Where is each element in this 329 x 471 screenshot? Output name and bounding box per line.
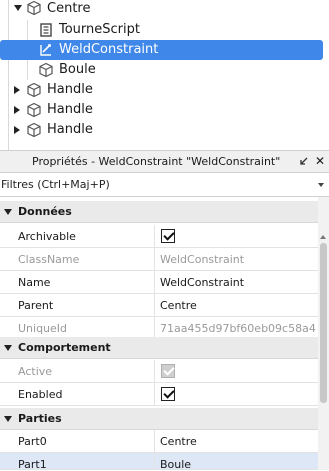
property-name: Part1	[18, 458, 47, 471]
tree-item-tournescript[interactable]: TourneScript	[0, 20, 329, 40]
collapse-arrow-icon[interactable]	[4, 209, 12, 215]
expand-arrow-icon[interactable]	[14, 5, 22, 11]
name-value-field[interactable]: WeldConstraint	[160, 276, 244, 289]
property-name: Name	[18, 276, 51, 289]
scroll-up-arrow-icon[interactable]	[320, 235, 326, 239]
archivable-checkbox[interactable]	[161, 229, 175, 243]
property-name: UniqueId	[18, 322, 68, 335]
enabled-checkbox[interactable]	[161, 387, 175, 401]
filter-input[interactable]: Filtres (Ctrl+Maj+P)	[0, 173, 329, 197]
expand-arrow-icon[interactable]	[14, 106, 20, 114]
property-row-classname: ClassName WeldConstraint	[0, 248, 318, 271]
column-divider	[154, 453, 155, 469]
property-name: Archivable	[18, 230, 76, 243]
part-cube-icon	[27, 102, 41, 118]
part1-value-field[interactable]: Boule	[160, 458, 191, 471]
column-divider	[154, 294, 155, 316]
property-name: Parent	[18, 299, 54, 312]
tree-item-handle[interactable]: Handle	[0, 120, 329, 140]
property-name: Enabled	[18, 388, 63, 401]
tree-item-handle[interactable]: Handle	[0, 80, 329, 100]
active-checkbox	[161, 364, 175, 378]
property-row-enabled[interactable]: Enabled	[0, 383, 318, 406]
column-divider	[154, 430, 155, 452]
tree-item-label: Handle	[47, 82, 93, 97]
property-grid: Données Archivable ClassName WeldConstra…	[0, 201, 318, 471]
weld-constraint-icon	[40, 44, 51, 56]
property-row-name[interactable]: Name WeldConstraint	[0, 271, 318, 294]
tree-item-label: Handle	[47, 102, 93, 117]
property-row-archivable[interactable]: Archivable	[0, 225, 318, 248]
category-label: Parties	[18, 412, 62, 425]
tree-item-handle[interactable]: Handle	[0, 100, 329, 120]
filter-placeholder: Filtres (Ctrl+Maj+P)	[1, 178, 110, 191]
collapse-arrow-icon[interactable]	[4, 416, 12, 422]
property-name: ClassName	[18, 253, 80, 266]
category-donnees[interactable]: Données	[0, 201, 318, 223]
tree-item-label: WeldConstraint	[59, 42, 159, 57]
column-divider	[154, 271, 155, 293]
expand-arrow-icon[interactable]	[14, 86, 20, 94]
part-cube-icon	[27, 0, 41, 16]
category-label: Données	[18, 205, 72, 218]
tree-item-weldconstraint[interactable]: WeldConstraint	[0, 40, 329, 60]
explorer-tree: Centre TourneScript WeldConstraint Boule	[0, 0, 329, 150]
property-name: Part0	[18, 435, 47, 448]
property-row-part1[interactable]: Part1 Boule	[0, 453, 318, 471]
tree-item-label: TourneScript	[59, 22, 140, 37]
part0-value-field[interactable]: Centre	[160, 435, 197, 448]
column-divider	[154, 383, 155, 405]
property-name: Active	[18, 365, 53, 378]
category-parties[interactable]: Parties	[0, 408, 318, 430]
chevron-down-icon[interactable]	[318, 183, 324, 187]
expand-arrow-icon[interactable]	[14, 126, 20, 134]
scrollbar-thumb[interactable]	[320, 243, 327, 403]
column-divider	[154, 248, 155, 270]
column-divider	[154, 225, 155, 247]
properties-title-bar: Propriétés - WeldConstraint "WeldConstra…	[0, 150, 329, 173]
category-label: Comportement	[18, 341, 111, 354]
collapse-arrow-icon[interactable]	[4, 345, 12, 351]
part-cube-icon	[27, 122, 41, 138]
tree-item-label: Centre	[47, 1, 91, 16]
tree-item-centre[interactable]: Centre	[0, 0, 329, 20]
close-icon[interactable]: ✕	[315, 154, 325, 168]
column-divider	[154, 317, 155, 339]
tree-item-label: Handle	[47, 122, 93, 137]
parent-value-field[interactable]: Centre	[160, 299, 197, 312]
property-row-part0[interactable]: Part0 Centre	[0, 430, 318, 453]
property-value: WeldConstraint	[160, 253, 245, 266]
property-row-parent[interactable]: Parent Centre	[0, 294, 318, 317]
script-icon	[40, 23, 52, 37]
property-row-active: Active	[0, 360, 318, 383]
properties-title: Propriétés - WeldConstraint "WeldConstra…	[32, 155, 281, 168]
part-cube-icon	[39, 62, 53, 78]
column-divider	[154, 360, 155, 382]
part-cube-icon	[27, 82, 41, 98]
undock-icon[interactable]	[297, 156, 309, 168]
category-comportement[interactable]: Comportement	[0, 337, 318, 359]
tree-item-label: Boule	[59, 62, 96, 77]
tree-item-boule[interactable]: Boule	[0, 60, 329, 80]
property-value: 71aa455d97bf60eb09c58a4...	[160, 322, 316, 335]
